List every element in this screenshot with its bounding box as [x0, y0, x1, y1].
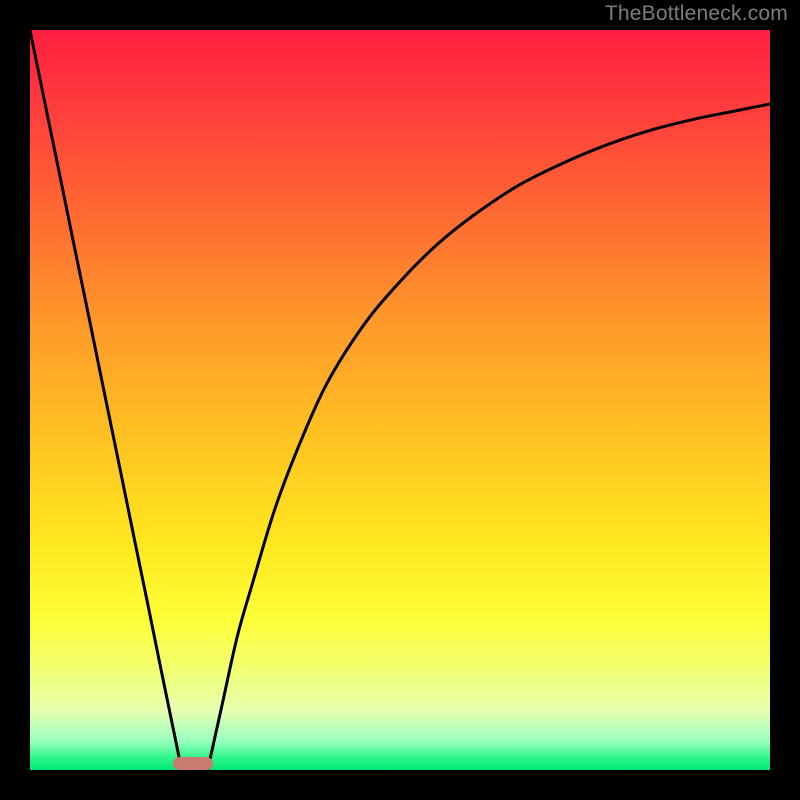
- attribution-label: TheBottleneck.com: [605, 2, 788, 26]
- curve-left-branch: [30, 30, 182, 770]
- bottleneck-curve: [30, 30, 770, 770]
- optimal-marker: [173, 757, 213, 770]
- plot-area: [30, 30, 770, 770]
- chart-frame: TheBottleneck.com: [0, 0, 800, 800]
- curve-right-branch: [208, 104, 770, 770]
